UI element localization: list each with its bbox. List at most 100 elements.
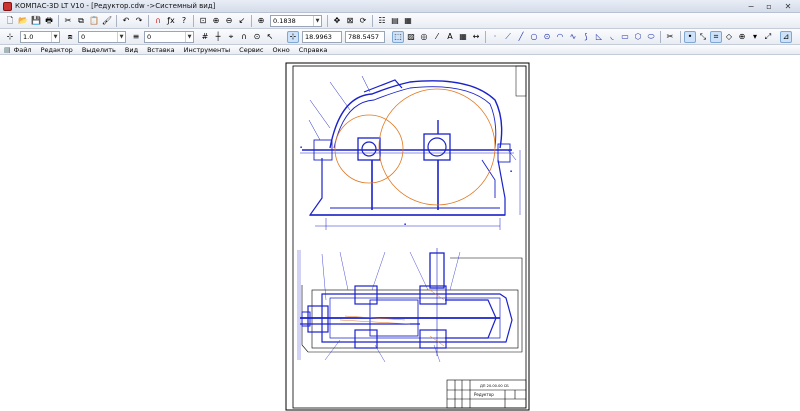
ring-icon[interactable]: ◎: [418, 31, 430, 43]
zoom-out-icon[interactable]: ⊖: [223, 15, 235, 27]
snap-nearest-icon[interactable]: ⌗: [710, 31, 722, 43]
help-pointer-icon[interactable]: ?: [178, 15, 190, 27]
magnet-snap-icon[interactable]: ∩: [238, 31, 250, 43]
rectangle-icon[interactable]: ▭: [619, 31, 631, 43]
menu-tools[interactable]: Инструменты: [184, 46, 231, 54]
separator: [680, 31, 681, 43]
chevron-down-icon[interactable]: ▼: [117, 32, 125, 42]
zoom-fit-icon[interactable]: ⊠: [344, 15, 356, 27]
menu-bar: ▤ Файл Редактор Выделить Вид Вставка Инс…: [0, 45, 800, 55]
stamp-code: ДП 20.00.00 СБ: [480, 384, 509, 388]
zoom-scale-field[interactable]: 0.1838 ▼: [270, 15, 322, 27]
menu-editor[interactable]: Редактор: [41, 46, 73, 54]
separator: [58, 15, 59, 27]
zoom-scale-icon[interactable]: ⊕: [255, 15, 267, 27]
separator: [327, 15, 328, 27]
snap-intersection-icon[interactable]: ◇: [723, 31, 735, 43]
snap-grid-icon[interactable]: ⊿: [780, 31, 792, 43]
hatch-icon[interactable]: ▨: [405, 31, 417, 43]
snap-angle-icon[interactable]: ⤡: [697, 31, 709, 43]
dimension-icon[interactable]: ↔: [470, 31, 482, 43]
chevron-down-icon[interactable]: ▼: [313, 16, 321, 26]
layer-field[interactable]: 0 ▼: [78, 31, 126, 43]
menu-select[interactable]: Выделить: [82, 46, 116, 54]
refresh-icon[interactable]: ⟳: [357, 15, 369, 27]
snap-midpoint-icon[interactable]: ▾: [749, 31, 761, 43]
snap-center-icon[interactable]: ⊕: [736, 31, 748, 43]
trim-icon[interactable]: ✂: [664, 31, 676, 43]
table-icon[interactable]: ▦: [457, 31, 469, 43]
cut-icon[interactable]: ✂: [62, 15, 74, 27]
format-brush-icon[interactable]: 🖌: [101, 15, 113, 27]
pan-icon[interactable]: ✥: [331, 15, 343, 27]
manager-icon[interactable]: ▤: [389, 15, 401, 27]
select-icon[interactable]: ⬚: [392, 31, 404, 43]
svg-text:▪: ▪: [404, 222, 406, 226]
menu-window[interactable]: Окно: [272, 46, 289, 54]
arc-icon[interactable]: ◠: [554, 31, 566, 43]
zoom-previous-icon[interactable]: ↙: [236, 15, 248, 27]
open-file-icon[interactable]: 📂: [17, 15, 29, 27]
variables-icon[interactable]: ƒx: [165, 15, 177, 27]
style-field[interactable]: 0 ▼: [144, 31, 194, 43]
coord-x-field[interactable]: 18.9963: [302, 31, 342, 43]
zoom-in-icon[interactable]: ⊕: [210, 15, 222, 27]
style-value: 0: [147, 33, 152, 41]
style-icon[interactable]: ≡: [130, 31, 142, 43]
circle-icon[interactable]: ○: [528, 31, 540, 43]
coord-y-field[interactable]: 788.5457: [345, 31, 385, 43]
cursor-icon[interactable]: ↖: [264, 31, 276, 43]
chamfer-icon[interactable]: ◺: [593, 31, 605, 43]
document-icon: ▤: [4, 46, 11, 54]
auxiliary-line-icon[interactable]: ⟋: [502, 31, 514, 43]
window-title: КОМПАС-3D LT V10 - [Редуктор.cdw ->Систе…: [15, 2, 216, 10]
maximize-button[interactable]: ▫: [760, 0, 778, 12]
menu-file[interactable]: Файл: [14, 46, 32, 54]
round-icon[interactable]: ⊙: [251, 31, 263, 43]
snap-tangent-icon[interactable]: ⤢: [762, 31, 774, 43]
redo-icon[interactable]: ↷: [133, 15, 145, 27]
print-icon[interactable]: 🖶: [43, 15, 55, 27]
menu-help[interactable]: Справка: [299, 46, 328, 54]
tree-icon[interactable]: ☷: [376, 15, 388, 27]
fillet-icon[interactable]: ◟: [606, 31, 618, 43]
grid-icon[interactable]: #: [199, 31, 211, 43]
menu-view[interactable]: Вид: [125, 46, 138, 54]
coordinates-icon[interactable]: ⊹: [287, 31, 299, 43]
library-icon[interactable]: ▦: [402, 15, 414, 27]
drawing-canvas[interactable]: ▪ ▪ ▪ ДП 20.00.00 СБ Редуктор: [0, 55, 800, 411]
undo-icon[interactable]: ↶: [120, 15, 132, 27]
line-icon[interactable]: ⁄: [431, 31, 443, 43]
title-bar: КОМПАС-3D LT V10 - [Редуктор.cdw ->Систе…: [0, 0, 800, 13]
ellipse-icon[interactable]: ⬭: [645, 31, 657, 43]
point-icon[interactable]: ·: [489, 31, 501, 43]
snap-icon[interactable]: ⌖: [225, 31, 237, 43]
chevron-down-icon[interactable]: ▼: [51, 32, 59, 42]
local-cs-icon[interactable]: ⊹: [4, 31, 16, 43]
select-mode-icon[interactable]: •: [684, 31, 696, 43]
step-field[interactable]: 1.0 ▼: [20, 31, 60, 43]
spline-icon[interactable]: ∿: [567, 31, 579, 43]
step-value: 1.0: [23, 33, 34, 41]
close-button[interactable]: ✕: [778, 0, 798, 12]
paste-icon[interactable]: 📋: [88, 15, 100, 27]
chevron-down-icon[interactable]: ▼: [185, 32, 193, 42]
save-icon[interactable]: 💾: [30, 15, 42, 27]
menu-insert[interactable]: Вставка: [147, 46, 175, 54]
segment-icon[interactable]: ╱: [515, 31, 527, 43]
magnet-icon[interactable]: ∩: [152, 15, 164, 27]
new-file-icon[interactable]: 🗋: [4, 15, 16, 27]
circle-center-icon[interactable]: ⊙: [541, 31, 553, 43]
ortho-icon[interactable]: ┼: [212, 31, 224, 43]
polyline-icon[interactable]: ⟆: [580, 31, 592, 43]
layer-value: 0: [81, 33, 86, 41]
svg-text:▪: ▪: [510, 169, 512, 173]
zoom-window-icon[interactable]: ⊡: [197, 15, 209, 27]
text-icon[interactable]: A: [444, 31, 456, 43]
drawing-sheet[interactable]: ▪ ▪ ▪ ДП 20.00.00 СБ Редуктор: [0, 55, 800, 411]
minimize-button[interactable]: −: [742, 0, 760, 12]
menu-service[interactable]: Сервис: [239, 46, 263, 54]
copy-icon[interactable]: ⧉: [75, 15, 87, 27]
polygon-icon[interactable]: ⬡: [632, 31, 644, 43]
layers-icon[interactable]: ⧈: [64, 31, 76, 43]
